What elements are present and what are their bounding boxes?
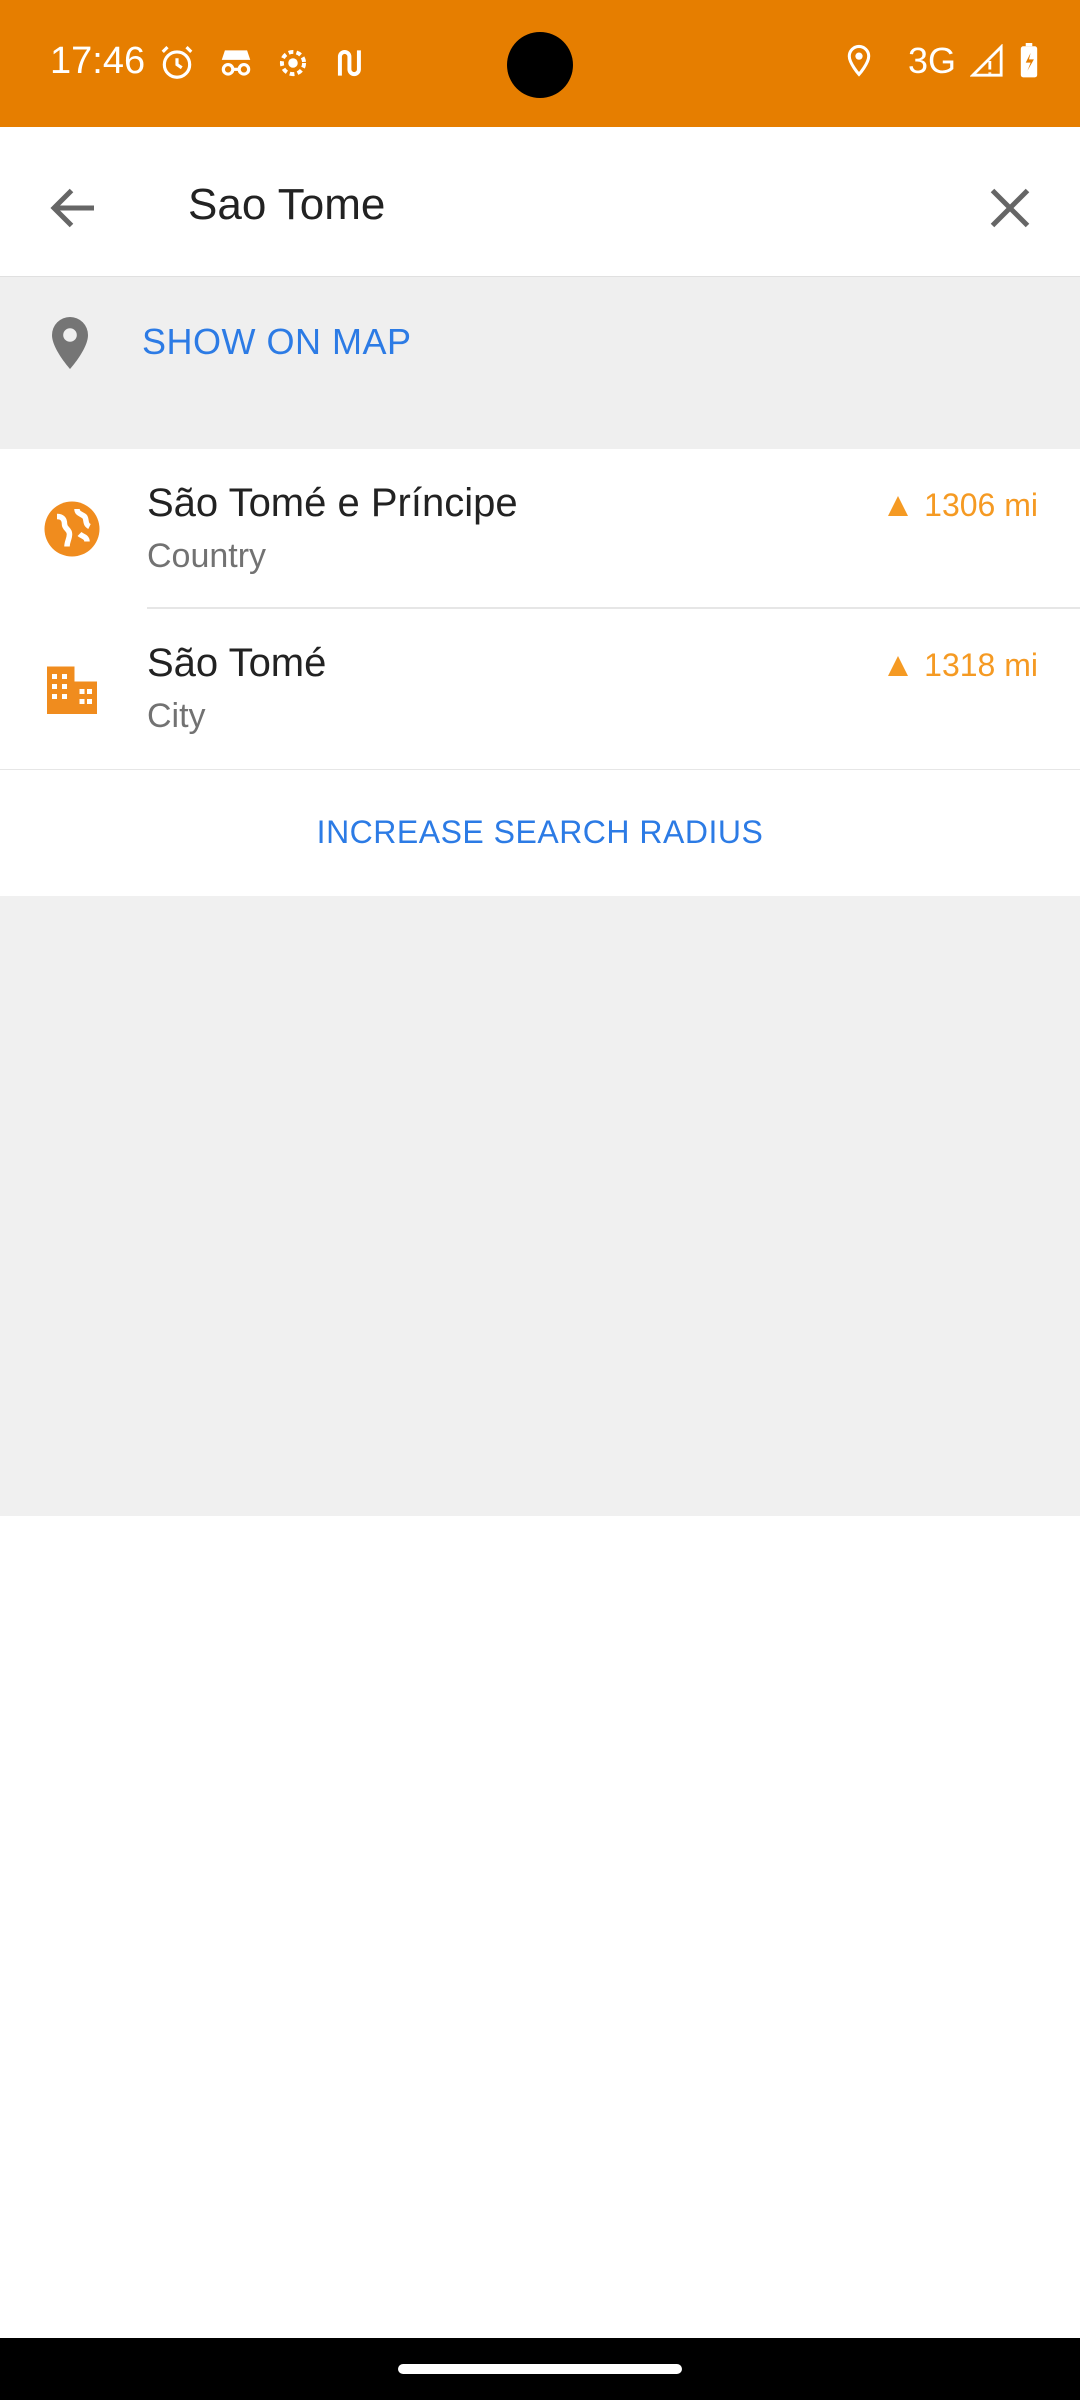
list-item[interactable]: São Tomé e Príncipe Country 1306 mi <box>0 449 1080 609</box>
battery-charging-icon <box>1018 43 1040 79</box>
close-icon[interactable] <box>980 178 1040 238</box>
result-distance: 1306 mi <box>886 487 1038 524</box>
increase-search-radius-label: INCREASE SEARCH RADIUS <box>316 814 764 850</box>
direction-arrow-icon <box>888 655 909 676</box>
alarm-icon <box>158 44 196 82</box>
city-buildings-icon <box>42 659 102 719</box>
camera-cutout <box>507 32 573 98</box>
route-icon <box>332 44 370 82</box>
status-right: 3G <box>844 40 1040 82</box>
navigation-bar <box>0 2338 1080 2400</box>
map-pin-icon <box>46 315 94 371</box>
map-placeholder-area <box>0 896 1080 1516</box>
increase-search-radius-button[interactable]: INCREASE SEARCH RADIUS <box>0 769 1080 897</box>
result-subtitle: City <box>147 697 206 735</box>
show-on-map-button[interactable]: SHOW ON MAP <box>0 276 1080 406</box>
status-bar: 17:46 3G <box>0 0 1080 127</box>
list-item[interactable]: São Tomé City 1318 mi <box>0 609 1080 769</box>
incognito-icon <box>216 44 254 82</box>
results-list: São Tomé e Príncipe Country 1306 mi São … <box>0 449 1080 769</box>
settings-icon <box>274 44 312 82</box>
home-gesture-handle[interactable] <box>398 2364 682 2374</box>
search-bar: Sao Tome <box>0 142 1080 276</box>
empty-area <box>0 1516 1080 2338</box>
signal-icon <box>970 44 1004 78</box>
search-input[interactable]: Sao Tome <box>188 180 385 230</box>
show-on-map-label: SHOW ON MAP <box>142 321 412 362</box>
location-icon <box>844 44 874 78</box>
result-title: São Tomé e Príncipe <box>147 481 518 525</box>
network-type: 3G <box>907 40 956 81</box>
result-title: São Tomé <box>147 641 327 685</box>
arrow-left-icon[interactable] <box>44 178 104 238</box>
section-spacer <box>0 405 1080 449</box>
result-distance: 1318 mi <box>886 647 1038 684</box>
distance-value: 1318 mi <box>924 647 1038 683</box>
distance-value: 1306 mi <box>924 487 1038 523</box>
status-time: 17:46 <box>50 40 146 82</box>
globe-icon <box>42 499 102 559</box>
direction-arrow-icon <box>888 495 909 516</box>
result-subtitle: Country <box>147 537 267 575</box>
